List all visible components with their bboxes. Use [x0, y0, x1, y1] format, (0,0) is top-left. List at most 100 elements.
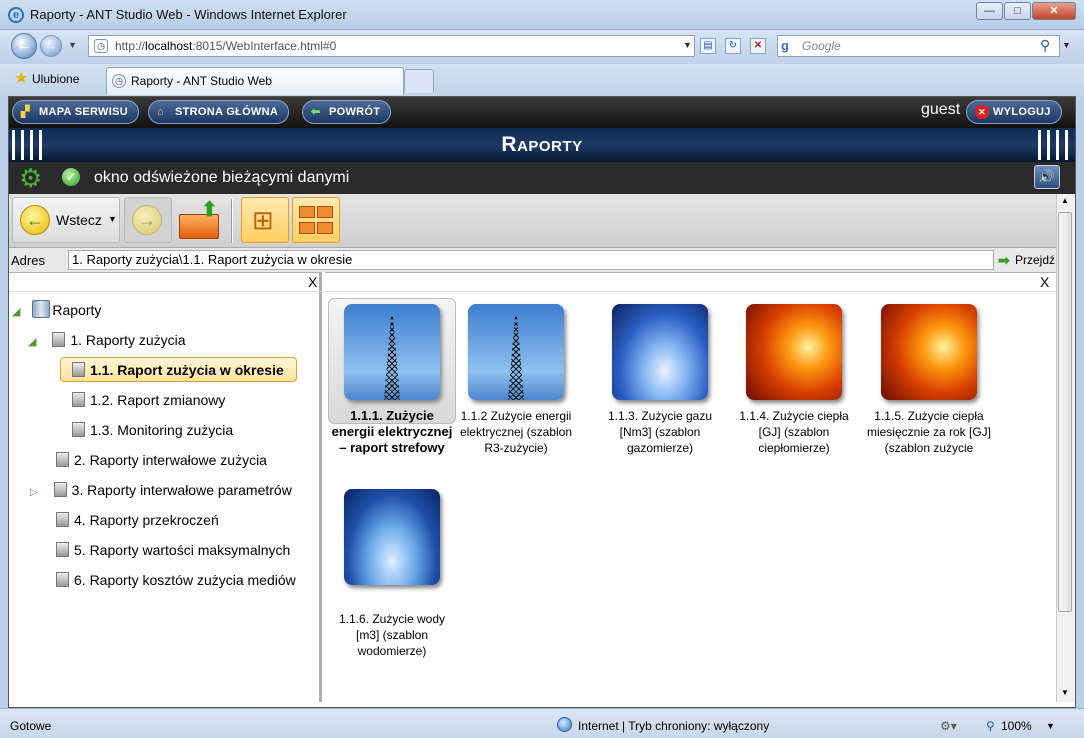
tree-item-raporty-zuzycia[interactable]: ◢ 1. Raporty zużycia — [28, 330, 186, 352]
address-label: Adres — [11, 253, 45, 268]
tree-item-raporty-wartosci-maksymalnych[interactable]: 5. Raporty wartości maksymalnych — [56, 540, 290, 560]
tile-icon-part — [317, 222, 333, 234]
expanded-arrow-icon[interactable]: ◢ — [28, 336, 36, 348]
favorites-label: Ulubione — [32, 72, 80, 86]
window-title: Raporty - ANT Studio Web - Windows Inter… — [30, 7, 347, 22]
favorites-star-icon: ★ — [14, 70, 29, 87]
new-tab-button[interactable] — [404, 69, 434, 93]
tree-pane-divider — [9, 291, 322, 292]
report-page-icon — [56, 512, 69, 527]
minimize-button[interactable]: — — [976, 2, 1003, 20]
report-tile[interactable]: 1.1.1. Zużycie energii elektrycznej – ra… — [327, 304, 457, 456]
close-window-button[interactable]: ✕ — [1032, 2, 1076, 20]
speaker-icon[interactable]: 🔊 — [1034, 165, 1060, 189]
tree-item-label: 5. Raporty wartości maksymalnych — [74, 542, 291, 558]
security-zone-text: Internet | Tryb chroniony: wyłączony — [578, 719, 770, 733]
username-label: guest — [921, 101, 961, 118]
tree-item-raport-zuzycia-w-okresie[interactable]: 1.1. Raport zużycia w okresie — [72, 360, 284, 380]
url-bar[interactable]: http://localhost:8015/WebInterface.html#… — [88, 35, 695, 57]
tiles-view-toggle-button[interactable] — [292, 197, 340, 243]
back-dropdown-icon[interactable]: ▼ — [108, 214, 117, 224]
report-tile-label: 1.1.6. Zużycie wody [m3] (szablon wodomi… — [338, 612, 446, 658]
tree-item-raporty-kosztow[interactable]: 6. Raporty kosztów zużycia mediów — [56, 570, 296, 590]
report-tile[interactable]: 1.1.6. Zużycie wody [m3] (szablon wodomi… — [327, 489, 457, 659]
zoom-level[interactable]: 100% — [1001, 715, 1032, 737]
zoom-dropdown-icon[interactable]: ▼ — [1046, 715, 1055, 737]
report-tile[interactable]: 1.1.2 Zużycie energii elektrycznej (szab… — [451, 304, 581, 456]
search-dropdown-icon[interactable]: ▼ — [1062, 40, 1071, 50]
report-tile-label: 1.1.5. Zużycie ciepła miesięcznie za rok… — [866, 409, 992, 455]
logout-x-icon: ✕ — [975, 105, 989, 119]
tree-item-label: 1.1. Raport zużycia w okresie — [90, 362, 284, 378]
report-page-icon — [72, 362, 85, 377]
content-pane-close-button[interactable]: X — [1040, 274, 1049, 290]
status-message: okno odświeżone bieżącymi danymi — [94, 169, 350, 186]
tree-item-label: 1.2. Raport zmianowy — [90, 392, 226, 408]
go-arrow-icon: ➡ — [998, 252, 1010, 268]
logout-button[interactable]: ✕ WYLOGUJ — [966, 100, 1062, 124]
expanded-arrow-icon[interactable]: ◢ — [12, 306, 20, 318]
tab-title: Raporty - ANT Studio Web — [131, 74, 272, 88]
tree-item-raporty-interwalowe-parametrow[interactable]: ▷ 3. Raporty interwałowe parametrów — [30, 480, 292, 503]
security-icon[interactable]: ⚙▾ — [940, 715, 957, 737]
report-page-icon — [53, 482, 67, 497]
home-icon: ⌂ — [157, 106, 164, 118]
refresh-icon[interactable]: ↻ — [725, 38, 741, 54]
site-map-label: MAPA SERWISU — [39, 106, 128, 118]
folder-up-button[interactable]: ⬆ — [177, 200, 221, 240]
site-map-button[interactable]: ▞ MAPA SERWISU — [12, 100, 139, 124]
report-tile[interactable]: 1.1.3. Zużycie gazu [Nm3] (szablon gazom… — [595, 304, 725, 456]
history-dropdown-icon[interactable]: ▼ — [68, 40, 77, 50]
toolbar-separator — [231, 199, 233, 243]
tab-page-icon: ◷ — [112, 74, 126, 88]
browser-forward-button[interactable]: → — [40, 35, 62, 57]
stop-icon[interactable]: ✕ — [750, 38, 766, 54]
logout-label: WYLOGUJ — [993, 106, 1051, 118]
tree-root-label: Raporty — [52, 302, 102, 318]
address-input[interactable]: 1. Raporty zużycia\1.1. Raport zużycia w… — [68, 250, 994, 270]
google-icon: g — [781, 38, 789, 53]
report-tile-label: 1.1.1. Zużycie energii elektrycznej – ra… — [331, 408, 453, 455]
compatibility-view-icon[interactable]: ▤ — [700, 38, 716, 54]
tree-root[interactable]: ◢ Raporty — [12, 300, 101, 322]
tree-item-raport-zmianowy[interactable]: 1.2. Raport zmianowy — [72, 390, 225, 410]
tree-item-monitoring-zuzycia[interactable]: 1.3. Monitoring zużycia — [72, 420, 233, 440]
tab-raporty[interactable]: ◷ Raporty - ANT Studio Web — [106, 67, 404, 95]
home-page-button[interactable]: ⌂ STRONA GŁÓWNA — [148, 100, 290, 124]
power-pylon-image — [468, 304, 564, 400]
search-icon[interactable]: ⚲ — [1040, 37, 1050, 54]
report-page-icon — [52, 332, 66, 347]
scroll-down-icon[interactable]: ▼ — [1061, 688, 1069, 697]
tile-icon-part — [299, 222, 315, 234]
favorites-button[interactable]: ★ Ulubione — [10, 67, 85, 91]
report-tile[interactable]: 1.1.5. Zużycie ciepła miesięcznie za rok… — [863, 304, 995, 456]
window-title-bar: e Raporty - ANT Studio Web - Windows Int… — [0, 0, 1084, 30]
page-icon: ◷ — [94, 39, 108, 53]
report-tile-label: 1.1.4. Zużycie ciepła [GJ] (szablon ciep… — [739, 409, 849, 455]
url-dropdown-icon[interactable]: ▼ — [683, 40, 692, 50]
scroll-up-icon[interactable]: ▲ — [1061, 196, 1069, 205]
tile-icon-part — [299, 206, 315, 218]
gear-icon[interactable]: ⚙ — [19, 165, 45, 192]
tree-pane-close-button[interactable]: X — [308, 274, 317, 290]
tree-item-raporty-przekroczen[interactable]: 4. Raporty przekroczeń — [56, 510, 219, 530]
maximize-button[interactable]: □ — [1004, 2, 1031, 20]
report-page-icon — [72, 392, 85, 407]
return-button[interactable]: ⬅ POWRÓT — [302, 100, 392, 124]
power-pylon-image — [344, 304, 440, 400]
check-status-icon: ✓ — [62, 168, 80, 186]
report-tile-label: 1.1.2 Zużycie energii elektrycznej (szab… — [459, 409, 573, 455]
status-text: Gotowe — [10, 719, 52, 733]
globe-icon — [557, 717, 572, 732]
explorer-back-label: Wstecz — [56, 212, 102, 228]
tree-item-raporty-interwalowe-zuzycia[interactable]: 2. Raporty interwałowe zużycia — [56, 450, 267, 470]
collapsed-arrow-icon[interactable]: ▷ — [30, 487, 38, 498]
tree-item-label: 4. Raporty przekroczeń — [74, 512, 219, 528]
scrollbar-thumb[interactable] — [1058, 212, 1072, 612]
browser-back-button[interactable]: ← — [11, 33, 37, 59]
content-pane-divider — [325, 291, 1056, 292]
fire-image — [881, 304, 977, 400]
report-tile[interactable]: 1.1.4. Zużycie ciepła [GJ] (szablon ciep… — [729, 304, 859, 456]
search-input[interactable]: Google — [777, 35, 1060, 57]
tree-view-toggle-button[interactable]: ⊞ — [241, 197, 289, 243]
